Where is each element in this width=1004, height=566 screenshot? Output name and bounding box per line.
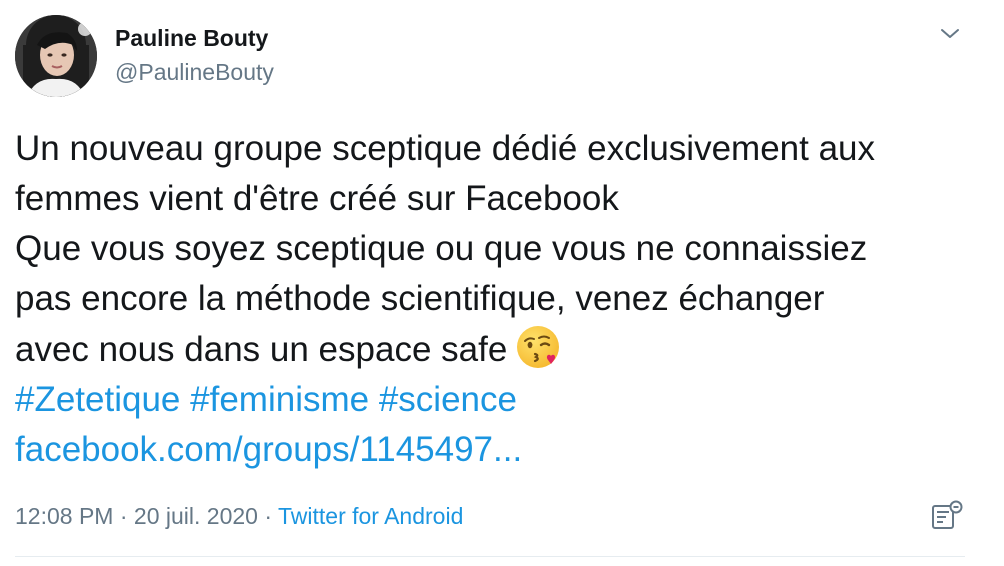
tweet-line: Un nouveau groupe sceptique dédié exclus…	[15, 129, 876, 168]
hashtag-link[interactable]: #feminisme	[190, 380, 369, 419]
user-handle[interactable]: @PaulineBouty	[115, 59, 274, 86]
hashtags-line: #Zetetique #feminisme #science	[15, 375, 990, 425]
tweet-line-with-emoji: avec nous dans un espace safe	[15, 324, 990, 375]
chevron-down-icon[interactable]	[938, 24, 962, 44]
analytics-icon[interactable]	[930, 500, 964, 532]
tweet-line: femmes vient d'être créé sur Facebook	[15, 179, 619, 218]
facebook-group-link[interactable]: facebook.com/groups/1145497...	[15, 430, 522, 469]
tweet-card: Pauline Bouty @PaulineBouty Un nouveau g…	[0, 0, 1004, 566]
tweet-metadata: 12:08 PM · 20 juil. 2020 · Twitter for A…	[15, 503, 463, 530]
tweet-time[interactable]: 12:08 PM	[15, 503, 113, 529]
divider	[15, 556, 965, 557]
avatar-image	[15, 15, 97, 97]
meta-separator: ·	[264, 503, 273, 529]
tweet-source-link[interactable]: Twitter for Android	[278, 503, 463, 529]
url-line: facebook.com/groups/1145497...	[15, 425, 990, 475]
tweet-date[interactable]: 20 juil. 2020	[134, 503, 258, 529]
tweet-text: Un nouveau groupe sceptique dédié exclus…	[15, 124, 990, 475]
face-throwing-kiss-emoji	[515, 324, 561, 370]
meta-separator: ·	[119, 503, 128, 529]
tweet-line: Que vous soyez sceptique ou que vous ne …	[15, 229, 868, 268]
hashtag-link[interactable]: #science	[379, 380, 517, 419]
display-name[interactable]: Pauline Bouty	[115, 25, 268, 52]
tweet-line: avec nous dans un espace safe	[15, 330, 508, 369]
tweet-line: pas encore la méthode scientifique, vene…	[15, 279, 825, 318]
avatar[interactable]	[15, 15, 97, 97]
hashtag-link[interactable]: #Zetetique	[15, 380, 180, 419]
